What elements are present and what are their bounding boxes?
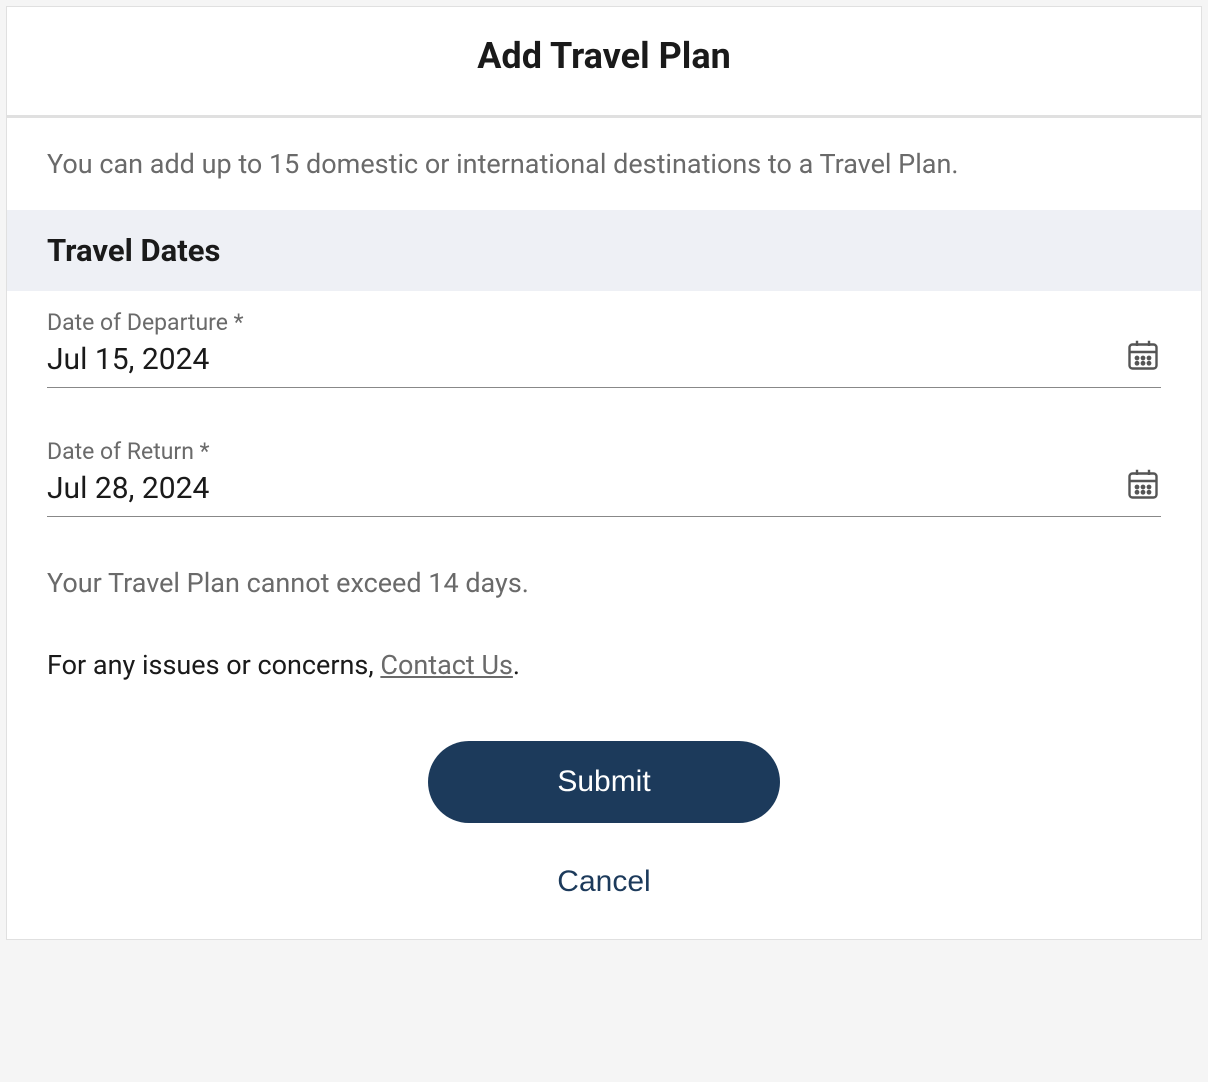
form-body: Date of Departure * Jul 15, 2024 Da [7, 291, 1201, 939]
return-label: Date of Return * [47, 438, 1161, 465]
return-field[interactable]: Date of Return * Jul 28, 2024 [47, 438, 1161, 517]
section-travel-dates: Travel Dates [7, 210, 1201, 291]
page-title: Add Travel Plan [27, 35, 1181, 77]
departure-value[interactable]: Jul 15, 2024 [47, 342, 1161, 377]
intro-text: You can add up to 15 domestic or interna… [7, 118, 1201, 210]
form-actions: Submit Cancel [47, 741, 1161, 899]
calendar-icon[interactable] [1125, 337, 1161, 373]
calendar-icon[interactable] [1125, 466, 1161, 502]
departure-field[interactable]: Date of Departure * Jul 15, 2024 [47, 309, 1161, 388]
section-title: Travel Dates [47, 232, 1161, 269]
cancel-button[interactable]: Cancel [557, 865, 650, 899]
contact-prefix: For any issues or concerns, [47, 649, 380, 681]
form-header: Add Travel Plan [7, 7, 1201, 118]
contact-line: For any issues or concerns, Contact Us. [47, 649, 1161, 681]
contact-suffix: . [513, 649, 520, 681]
duration-note: Your Travel Plan cannot exceed 14 days. [47, 567, 1161, 599]
return-value[interactable]: Jul 28, 2024 [47, 471, 1161, 506]
travel-plan-form: Add Travel Plan You can add up to 15 dom… [6, 6, 1202, 940]
departure-label: Date of Departure * [47, 309, 1161, 336]
contact-us-link[interactable]: Contact Us [380, 649, 513, 681]
submit-button[interactable]: Submit [428, 741, 780, 823]
